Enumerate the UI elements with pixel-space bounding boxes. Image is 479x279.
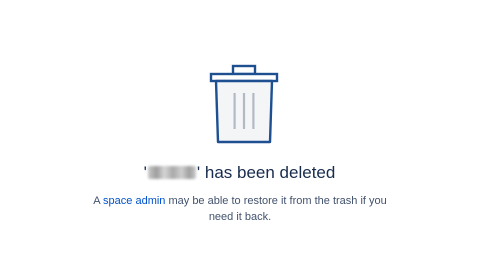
redacted-page-name	[147, 166, 196, 179]
deleted-title: ' ' has been deleted	[0, 163, 479, 183]
title-quote-open: '	[143, 163, 147, 182]
space-admin-link[interactable]: space admin	[103, 195, 165, 207]
trash-icon	[208, 63, 280, 145]
restore-description: A space admin may be able to restore it …	[92, 193, 388, 225]
deleted-page-notice: ' ' has been deleted A space admin may be…	[0, 0, 479, 279]
description-prefix: A	[93, 195, 104, 207]
description-suffix: may be able to restore it from the trash…	[165, 195, 387, 223]
title-suffix: has been deleted	[200, 163, 336, 182]
